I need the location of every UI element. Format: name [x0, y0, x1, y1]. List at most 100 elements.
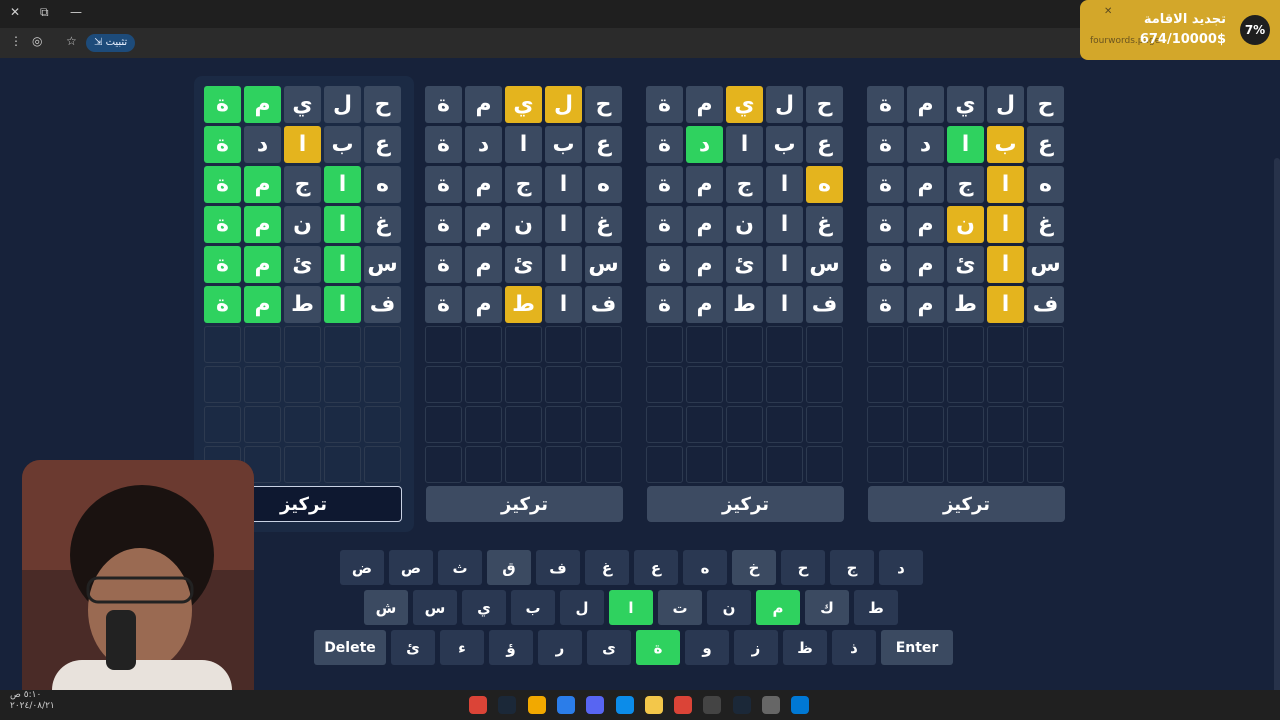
letter-key[interactable]: ك — [805, 590, 849, 625]
install-button[interactable]: ⇲ تثبيت — [86, 34, 136, 52]
restore-icon[interactable]: ⧉ — [40, 5, 49, 20]
empty-tile — [545, 446, 582, 483]
edge-icon[interactable] — [615, 696, 634, 714]
empty-tile — [364, 326, 401, 363]
chrome-icon[interactable] — [674, 696, 693, 714]
letter-tile: ي — [726, 86, 763, 123]
keyboard-row: Delete ئ ء ؤ ر ى ة و ز ظ ذ Enter — [314, 630, 953, 665]
empty-tile — [766, 366, 803, 403]
letter-key[interactable]: ه — [683, 550, 727, 585]
empty-tile — [244, 326, 281, 363]
folder-icon[interactable] — [644, 696, 663, 714]
letter-key[interactable]: ض — [340, 550, 384, 585]
letter-tile: ه — [364, 166, 401, 203]
empty-tile — [505, 326, 542, 363]
letter-key[interactable]: خ — [732, 550, 776, 585]
letter-tile: ة — [425, 206, 462, 243]
letter-key[interactable]: ز — [734, 630, 778, 665]
letter-key[interactable]: ق — [487, 550, 531, 585]
star-icon[interactable]: ☆ — [66, 34, 77, 48]
empty-tile — [425, 366, 462, 403]
letter-key[interactable]: ح — [781, 550, 825, 585]
close-icon[interactable]: ✕ — [10, 5, 20, 19]
minimize-icon[interactable]: — — [70, 5, 82, 19]
letter-key[interactable]: ع — [634, 550, 678, 585]
empty-tile — [867, 446, 904, 483]
letter-tile: م — [465, 206, 502, 243]
focus-button[interactable]: تركيز — [426, 486, 623, 522]
letter-key[interactable]: ى — [587, 630, 631, 665]
empty-tile — [585, 446, 622, 483]
steam-icon[interactable] — [498, 696, 517, 714]
install-label: تثبيت — [105, 37, 128, 48]
enter-key[interactable]: Enter — [881, 630, 953, 665]
focus-button[interactable]: تركيز — [868, 486, 1065, 522]
letter-tile: ل — [987, 86, 1024, 123]
empty-tile — [686, 406, 723, 443]
letter-key[interactable]: ن — [707, 590, 751, 625]
letter-tile: م — [465, 286, 502, 323]
letter-key[interactable]: ث — [438, 550, 482, 585]
letter-tile: ع — [585, 126, 622, 163]
letter-tile: ف — [1027, 286, 1064, 323]
letter-tile: م — [244, 166, 281, 203]
letter-key[interactable]: ذ — [832, 630, 876, 665]
letter-key[interactable]: ؤ — [489, 630, 533, 665]
keyboard-row: ضصثقفغعهخحجد — [340, 550, 923, 585]
empty-tile — [1027, 446, 1064, 483]
letter-key[interactable]: م — [756, 590, 800, 625]
letter-key[interactable]: ظ — [783, 630, 827, 665]
letter-tile: ة — [867, 286, 904, 323]
letter-key[interactable]: ب — [511, 590, 555, 625]
scrollbar[interactable] — [1274, 158, 1280, 718]
chrome-icon[interactable] — [469, 696, 487, 714]
menu-icon[interactable]: ⋮ — [10, 34, 22, 48]
letter-key[interactable]: ة — [636, 630, 680, 665]
focus-button[interactable]: تركيز — [647, 486, 844, 522]
progress-percent: 7% — [1240, 15, 1270, 45]
letter-tile: د — [686, 126, 723, 163]
letter-tile: ل — [545, 86, 582, 123]
account-icon[interactable]: ◎ — [32, 34, 42, 48]
empty-tile — [806, 406, 843, 443]
letter-key[interactable]: ء — [440, 630, 484, 665]
letter-key[interactable]: غ — [585, 550, 629, 585]
empty-tile — [1027, 366, 1064, 403]
letter-key[interactable]: ل — [560, 590, 604, 625]
app-icon[interactable] — [556, 696, 575, 714]
close-icon[interactable]: ✕ — [1104, 6, 1112, 17]
rockstar-icon[interactable] — [527, 696, 546, 714]
donation-notification: ✕ fourwords.page تجديد الاقامة 674/10000… — [1080, 0, 1280, 60]
letter-key[interactable]: ش — [364, 590, 408, 625]
settings-icon[interactable] — [762, 696, 780, 714]
letter-tile: غ — [364, 206, 401, 243]
steam-icon[interactable] — [732, 696, 751, 714]
letter-tile: ئ — [284, 246, 321, 283]
letter-key[interactable]: ا — [609, 590, 653, 625]
letter-key[interactable]: د — [879, 550, 923, 585]
obs-icon[interactable] — [703, 696, 722, 714]
letter-key[interactable]: ت — [658, 590, 702, 625]
letter-key[interactable]: ج — [830, 550, 874, 585]
letter-tile: ع — [1027, 126, 1064, 163]
empty-tile — [284, 406, 321, 443]
letter-tile: غ — [806, 206, 843, 243]
letter-key[interactable]: ر — [538, 630, 582, 665]
discord-icon[interactable] — [586, 696, 605, 714]
letter-key[interactable]: س — [413, 590, 457, 625]
letter-key[interactable]: و — [685, 630, 729, 665]
letter-key[interactable]: ئ — [391, 630, 435, 665]
letter-key[interactable]: ص — [389, 550, 433, 585]
windows-icon[interactable] — [791, 696, 810, 714]
empty-tile — [867, 406, 904, 443]
letter-grid: ةميلحةدابعةمجاهةمناغةمئاسةمطاف — [425, 86, 622, 483]
empty-tile — [284, 446, 321, 483]
delete-key[interactable]: Delete — [314, 630, 386, 665]
empty-tile — [987, 406, 1024, 443]
letter-tile: س — [364, 246, 401, 283]
letter-tile: د — [244, 126, 281, 163]
letter-key[interactable]: ط — [854, 590, 898, 625]
letter-key[interactable]: ي — [462, 590, 506, 625]
letter-tile: م — [907, 206, 944, 243]
letter-key[interactable]: ف — [536, 550, 580, 585]
